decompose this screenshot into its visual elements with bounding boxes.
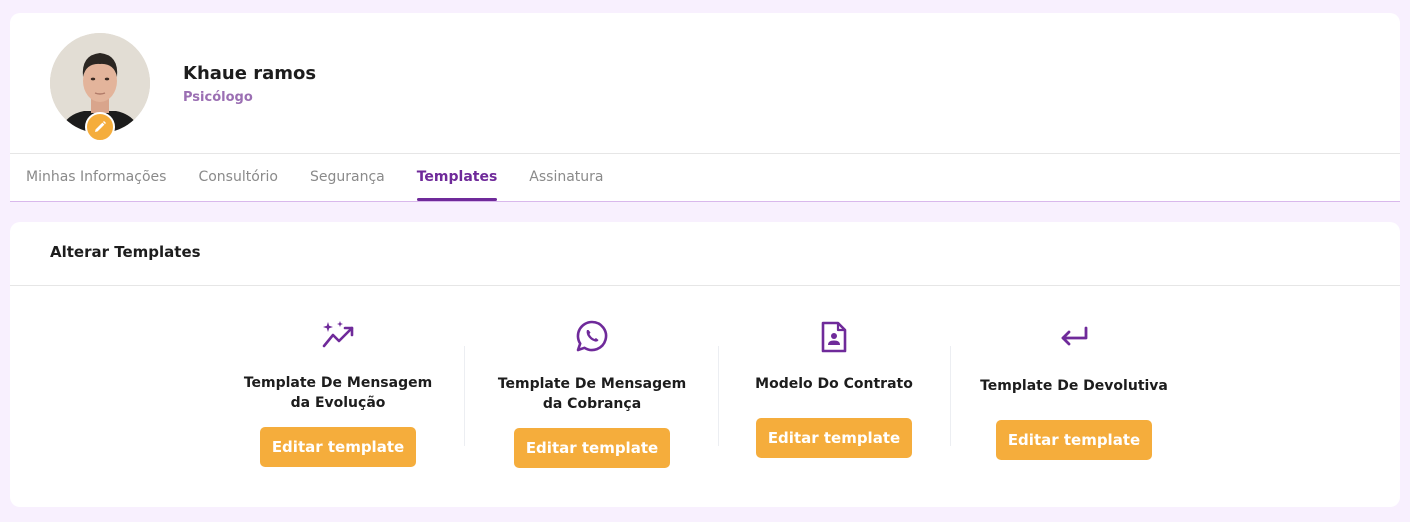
template-title-line: Template De Devolutiva xyxy=(980,378,1168,394)
template-title: Template De Mensagem da Evolução xyxy=(238,373,438,413)
edit-template-cobranca-button[interactable]: Editar template xyxy=(514,428,670,468)
edit-avatar-button[interactable] xyxy=(85,112,115,142)
tab-assinatura[interactable]: Assinatura xyxy=(529,154,603,201)
tab-minhas-informacoes[interactable]: Minhas Informações xyxy=(26,154,166,201)
pencil-icon xyxy=(95,121,106,132)
user-name: Khaue ramos xyxy=(183,63,317,84)
template-title: Template De Mensagem da Cobrança xyxy=(492,374,692,414)
edit-template-contrato-button[interactable]: Editar template xyxy=(756,418,912,458)
return-arrow-icon xyxy=(1061,326,1088,346)
contract-document-icon xyxy=(821,321,847,353)
tab-seguranca[interactable]: Segurança xyxy=(310,154,385,201)
template-title-line: Modelo Do Contrato xyxy=(755,376,913,392)
template-item-devolutiva: Template De Devolutiva Editar template xyxy=(974,322,1174,460)
section-title: Alterar Templates xyxy=(50,243,201,261)
edit-template-evolucao-button[interactable]: Editar template xyxy=(260,427,416,467)
template-item-evolucao: Template De Mensagem da Evolução Editar … xyxy=(238,320,438,467)
section-divider xyxy=(10,285,1400,286)
template-title-line: Template De Mensagem xyxy=(497,376,687,392)
edit-template-devolutiva-button[interactable]: Editar template xyxy=(996,420,1152,460)
template-item-contrato: Modelo Do Contrato Editar template xyxy=(734,320,934,458)
profile-tabs: Minhas Informações Consultório Segurança… xyxy=(26,154,636,202)
profile-card: Khaue ramos Psicólogo Minhas Informações… xyxy=(10,13,1400,202)
template-title-line: da Cobrança xyxy=(542,396,642,412)
template-title: Modelo Do Contrato xyxy=(734,374,934,414)
column-divider xyxy=(950,346,951,446)
sparkles-chart-icon xyxy=(322,321,354,348)
templates-card: Alterar Templates Template De Mensagem d… xyxy=(10,222,1400,507)
template-title: Template De Devolutiva xyxy=(974,376,1174,416)
user-role: Psicólogo xyxy=(183,90,253,105)
avatar-container xyxy=(50,33,150,142)
tab-consultorio[interactable]: Consultório xyxy=(198,154,278,201)
template-title-line: da Evolução xyxy=(290,395,386,411)
tab-templates[interactable]: Templates xyxy=(416,154,497,201)
column-divider xyxy=(718,346,719,446)
template-title-line: Template De Mensagem xyxy=(243,375,433,391)
template-item-cobranca: Template De Mensagem da Cobrança Editar … xyxy=(492,319,692,468)
column-divider xyxy=(464,346,465,446)
whatsapp-icon xyxy=(576,320,608,352)
